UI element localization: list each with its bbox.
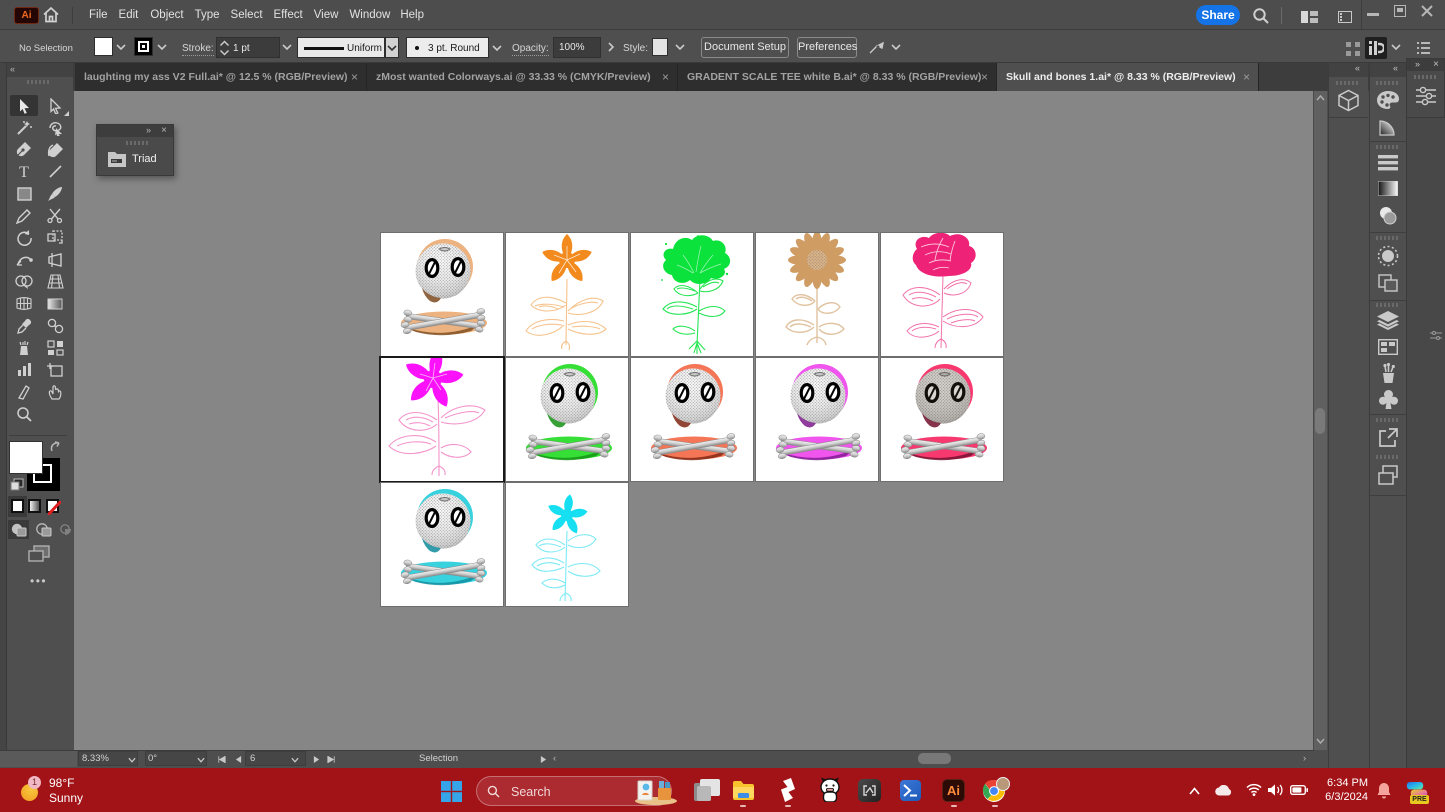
- svg-text:T: T: [19, 164, 29, 179]
